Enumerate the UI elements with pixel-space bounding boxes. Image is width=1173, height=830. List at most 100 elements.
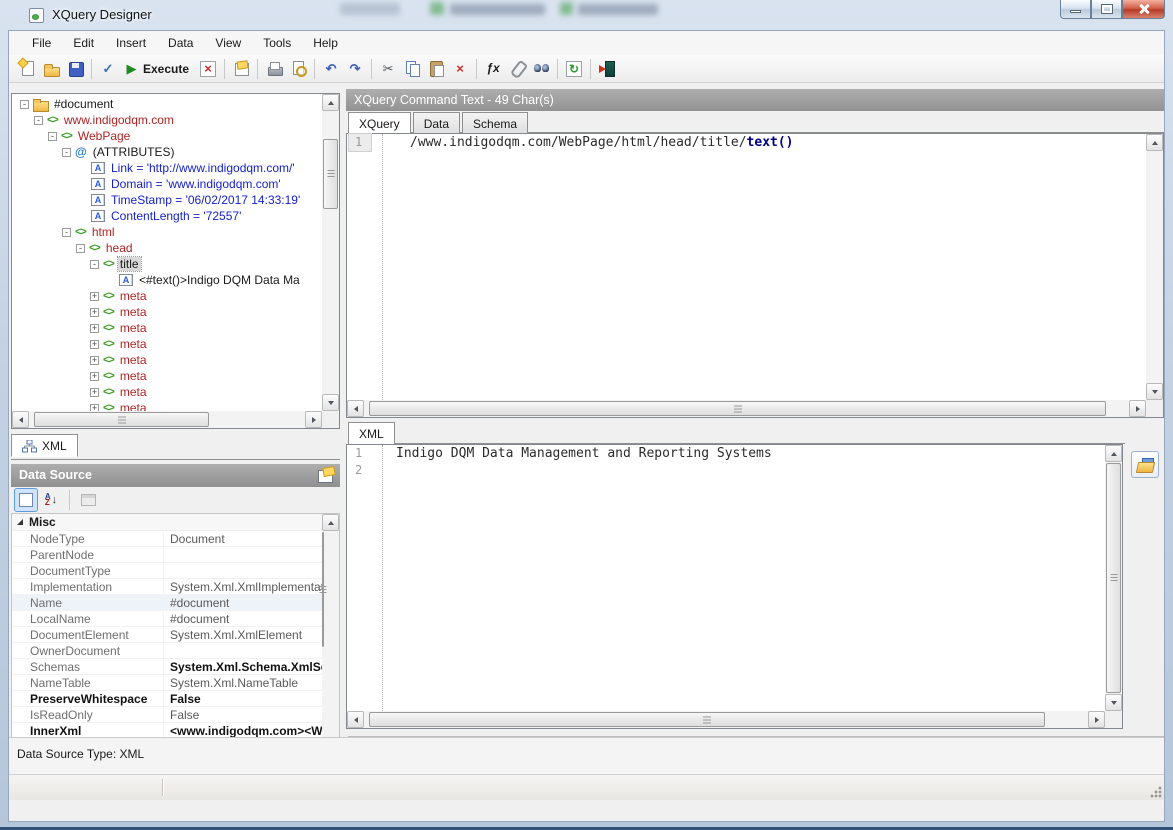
tree-node[interactable]: +<>meta	[12, 304, 322, 320]
property-category-row[interactable]: Misc	[12, 514, 322, 531]
title-bar[interactable]: XQuery Designer	[0, 0, 1173, 30]
tree-node[interactable]: +<>meta	[12, 384, 322, 400]
scroll-up-button[interactable]	[1146, 134, 1163, 151]
result-vertical-scrollbar[interactable]	[1105, 445, 1122, 711]
tree-expander[interactable]: +	[90, 388, 99, 397]
tree-node[interactable]: -<>title	[12, 256, 322, 272]
tree-node[interactable]: +<>meta	[12, 320, 322, 336]
scroll-down-button[interactable]	[1146, 383, 1163, 400]
close-button[interactable]	[1122, 0, 1165, 19]
menu-item-edit[interactable]: Edit	[62, 31, 105, 55]
tree-horizontal-scrollbar[interactable]	[12, 411, 322, 428]
redo-button[interactable]: ↷	[343, 57, 367, 81]
scroll-left-button[interactable]	[12, 411, 29, 428]
alphabetical-sort-button[interactable]: AZ ↓	[40, 489, 62, 511]
tree-node[interactable]: AContentLength = '72557'	[12, 208, 322, 224]
tab-xquery[interactable]: XQuery	[348, 112, 411, 135]
print-button[interactable]	[262, 57, 286, 81]
xml-tree-view[interactable]: -#document-<>www.indigodqm.com-<>WebPage…	[11, 93, 340, 429]
property-row[interactable]: DocumentElementSystem.Xml.XmlElement	[12, 627, 322, 643]
tree-expander[interactable]: -	[90, 260, 99, 269]
property-row[interactable]: ParentNode	[12, 547, 322, 563]
menu-item-insert[interactable]: Insert	[105, 31, 157, 55]
scrollbar-thumb[interactable]	[34, 412, 209, 427]
tree-node[interactable]: +<>meta	[12, 368, 322, 384]
scroll-right-button[interactable]	[1088, 711, 1105, 728]
property-row[interactable]: NodeTypeDocument	[12, 531, 322, 547]
execute-button[interactable]: ▶Execute	[120, 57, 196, 81]
categorized-view-button[interactable]	[15, 489, 37, 511]
scroll-left-button[interactable]	[347, 711, 364, 728]
menu-item-file[interactable]: File	[21, 31, 62, 55]
menu-item-view[interactable]: View	[204, 31, 252, 55]
xquery-code-editor[interactable]: 1 /www.indigodqm.com/WebPage/html/head/t…	[346, 133, 1164, 418]
property-row[interactable]: Name#document	[12, 595, 322, 611]
new-document-button[interactable]	[15, 57, 39, 81]
copy-button[interactable]	[400, 57, 424, 81]
exit-button[interactable]	[595, 57, 619, 81]
cut-button[interactable]: ✂	[376, 57, 400, 81]
scroll-down-button[interactable]	[322, 394, 339, 411]
property-grid[interactable]: MiscNodeTypeDocumentParentNodeDocumentTy…	[11, 513, 340, 765]
tree-node[interactable]: ALink = 'http://www.indigodqm.com/'	[12, 160, 322, 176]
property-row[interactable]: SchemasSystem.Xml.Schema.XmlSc	[12, 659, 322, 675]
scroll-up-button[interactable]	[322, 94, 339, 111]
property-row[interactable]: IsReadOnlyFalse	[12, 707, 322, 723]
scroll-right-button[interactable]	[305, 411, 322, 428]
tree-expander[interactable]: -	[48, 132, 57, 141]
scrollbar-thumb[interactable]	[322, 532, 324, 647]
open-result-button[interactable]	[1131, 451, 1159, 478]
open-button[interactable]	[39, 57, 63, 81]
tree-expander[interactable]: -	[62, 148, 71, 157]
scroll-up-button[interactable]	[322, 514, 339, 531]
tree-expander[interactable]: +	[90, 292, 99, 301]
tree-vertical-scrollbar[interactable]	[322, 94, 339, 411]
scrollbar-thumb[interactable]	[323, 139, 338, 209]
tree-expander[interactable]: -	[34, 116, 43, 125]
print-preview-button[interactable]	[286, 57, 310, 81]
validate-button[interactable]: ✓	[96, 57, 120, 81]
editor-vertical-scrollbar[interactable]	[1146, 134, 1163, 400]
tree-expander[interactable]: +	[90, 340, 99, 349]
tree-node[interactable]: -<>head	[12, 240, 322, 256]
tree-node[interactable]: A<#text()>Indigo DQM Data Ma	[12, 272, 322, 288]
result-xml-editor[interactable]: 12 Indigo DQM Data Management and Report…	[346, 444, 1123, 729]
tree-node[interactable]: +<>meta	[12, 288, 322, 304]
menu-item-help[interactable]: Help	[302, 31, 349, 55]
menu-item-data[interactable]: Data	[157, 31, 204, 55]
tree-expander[interactable]: -	[20, 100, 29, 109]
scroll-right-button[interactable]	[1129, 400, 1146, 417]
resize-grip-icon[interactable]	[1150, 786, 1162, 798]
property-row[interactable]: PreserveWhitespaceFalse	[12, 691, 322, 707]
category-expander-icon[interactable]	[17, 519, 23, 525]
tree-node[interactable]: ADomain = 'www.indigodqm.com'	[12, 176, 322, 192]
function-button[interactable]: ƒx	[481, 57, 505, 81]
stop-button[interactable]: ×	[196, 57, 220, 81]
minimize-button[interactable]	[1060, 0, 1091, 19]
tree-node[interactable]: -#document	[12, 96, 322, 112]
delete-button[interactable]: ×	[448, 57, 472, 81]
attach-button[interactable]	[505, 57, 529, 81]
scrollbar-thumb[interactable]	[369, 401, 1106, 416]
property-row[interactable]: NameTableSystem.Xml.NameTable	[12, 675, 322, 691]
tree-node[interactable]: -<>html	[12, 224, 322, 240]
tab-data[interactable]: Data	[413, 112, 460, 135]
tree-node[interactable]: +<>meta	[12, 352, 322, 368]
tree-node[interactable]: ATimeStamp = '06/02/2017 14:33:19'	[12, 192, 322, 208]
tree-node[interactable]: -<>WebPage	[12, 128, 322, 144]
property-row[interactable]: OwnerDocument	[12, 643, 322, 659]
tree-expander[interactable]: +	[90, 356, 99, 365]
find-button[interactable]	[529, 57, 553, 81]
scroll-left-button[interactable]	[347, 400, 364, 417]
refresh-button[interactable]: ↻	[562, 57, 586, 81]
scroll-up-button[interactable]	[1105, 445, 1122, 462]
tree-node[interactable]: -<>www.indigodqm.com	[12, 112, 322, 128]
tab-schema[interactable]: Schema	[462, 112, 528, 135]
tree-expander[interactable]: -	[76, 244, 85, 253]
scrollbar-thumb[interactable]	[369, 712, 1045, 727]
maximize-button[interactable]	[1091, 0, 1122, 19]
tree-expander[interactable]: +	[90, 404, 99, 412]
undo-button[interactable]: ↶	[319, 57, 343, 81]
property-grid-scrollbar[interactable]	[322, 514, 339, 764]
scroll-down-button[interactable]	[1105, 694, 1122, 711]
